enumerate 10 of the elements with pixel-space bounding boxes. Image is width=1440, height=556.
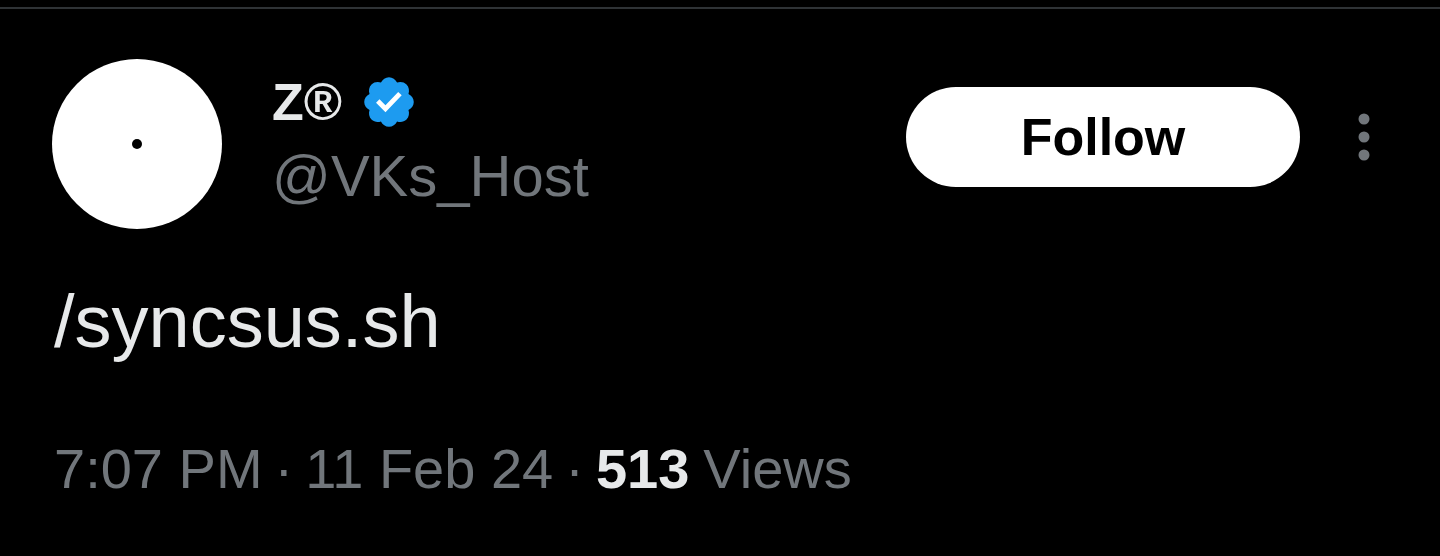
author-handle[interactable]: @VKs_Host xyxy=(272,147,589,205)
views-label: Views xyxy=(703,441,852,497)
tweet-date[interactable]: 11 Feb 24 xyxy=(305,441,554,497)
views-count: 513 xyxy=(595,441,690,497)
follow-button[interactable]: Follow xyxy=(906,87,1300,187)
author-name: Z® xyxy=(272,76,343,128)
more-icon[interactable] xyxy=(1358,113,1370,161)
separator-dot: · xyxy=(565,441,584,497)
separator-dot: · xyxy=(274,441,294,497)
tweet-time[interactable]: 7:07 PM xyxy=(54,441,263,497)
